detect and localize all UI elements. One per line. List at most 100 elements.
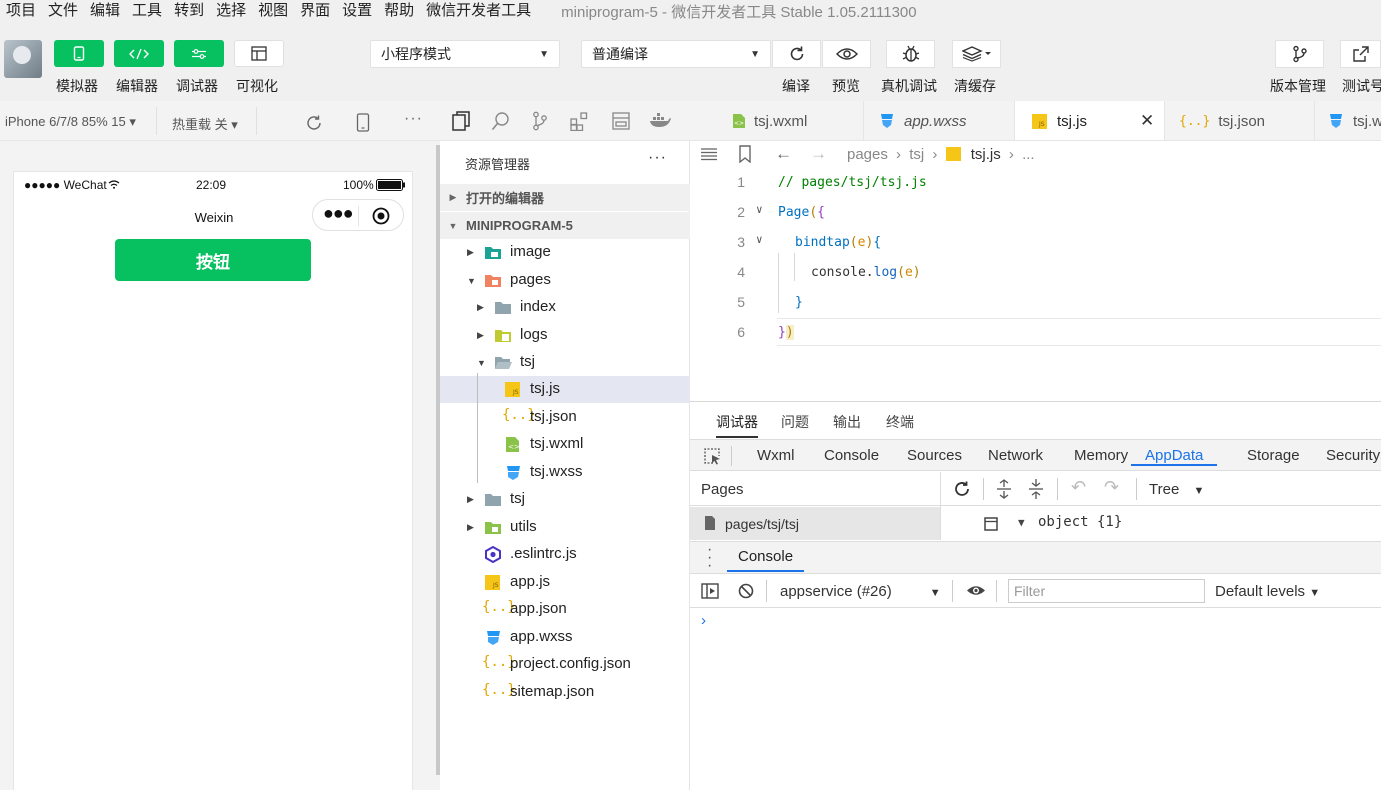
tab-app-wxss[interactable]: app.wxss bbox=[864, 101, 1015, 140]
breadcrumb-item[interactable]: tsj bbox=[909, 146, 924, 163]
avatar[interactable] bbox=[4, 40, 42, 78]
tab-output[interactable]: 输出 bbox=[833, 412, 861, 432]
tab-tsj-wxml[interactable]: <> tsj.wxml bbox=[690, 101, 864, 140]
refresh-icon[interactable] bbox=[953, 480, 971, 498]
extensions-icon[interactable] bbox=[570, 111, 590, 131]
tab-network[interactable]: Network bbox=[988, 447, 1043, 464]
eye-icon[interactable] bbox=[966, 584, 986, 597]
mode-select[interactable]: 小程序模式 ▼ bbox=[370, 40, 560, 68]
clear-cache-button[interactable] bbox=[952, 40, 1001, 68]
hot-reload-select[interactable]: 热重载 关 ▾ bbox=[172, 114, 238, 133]
tree-item-eslintrc[interactable]: .eslintrc.js bbox=[440, 541, 690, 568]
compile-button[interactable] bbox=[772, 40, 821, 68]
more-icon[interactable]: ··· bbox=[648, 149, 667, 167]
menu-devtools[interactable]: 微信开发者工具 bbox=[420, 2, 537, 20]
forward-arrow-icon[interactable]: → bbox=[810, 144, 827, 164]
tree-item-logs[interactable]: ▶ logs bbox=[440, 322, 690, 349]
menu-help[interactable]: 帮助 bbox=[378, 2, 420, 20]
capsule-more-icon[interactable]: ●●● bbox=[323, 203, 354, 224]
code-editor[interactable]: 1 2 3 4 5 6 ∨ ∨ // pages/tsj/tsj.js Page… bbox=[690, 169, 1381, 401]
collapse-all-icon[interactable] bbox=[1027, 479, 1045, 499]
tab-security[interactable]: Security bbox=[1326, 447, 1380, 464]
tab-tsj-wxss[interactable]: tsj.wxss bbox=[1315, 101, 1381, 140]
tree-item-tsj-folder-2[interactable]: ▶ tsj bbox=[440, 486, 690, 513]
page-list-item[interactable]: pages/tsj/tsj bbox=[690, 507, 940, 540]
console-prompt[interactable]: › bbox=[701, 612, 706, 629]
breadcrumb-item[interactable]: ... bbox=[1022, 146, 1035, 163]
tab-problems[interactable]: 问题 bbox=[781, 412, 809, 432]
menu-settings[interactable]: 设置 bbox=[336, 2, 378, 20]
drawer-menu-icon[interactable]: · · · bbox=[707, 542, 712, 574]
files-icon[interactable] bbox=[451, 111, 471, 131]
fold-chevron-icon[interactable]: ∨ bbox=[756, 203, 763, 216]
device-icon[interactable] bbox=[356, 113, 370, 132]
primary-button[interactable]: 按钮 bbox=[115, 239, 311, 281]
source-control-icon[interactable] bbox=[531, 111, 549, 131]
open-editors-section[interactable]: ▶ 打开的编辑器 bbox=[440, 184, 690, 211]
expand-all-icon[interactable] bbox=[995, 479, 1013, 499]
bookmark-icon[interactable] bbox=[738, 145, 752, 163]
tree-item-app-json[interactable]: {..} app.json bbox=[440, 596, 690, 623]
redo-icon[interactable]: ↷ bbox=[1104, 477, 1119, 498]
device-select[interactable]: iPhone 6/7/8 85% 15 ▾ bbox=[5, 114, 136, 130]
object-square-icon[interactable] bbox=[984, 517, 998, 531]
menu-goto[interactable]: 转到 bbox=[168, 2, 210, 20]
simulator-toggle-button[interactable] bbox=[54, 40, 104, 67]
menu-view[interactable]: 视图 bbox=[252, 2, 294, 20]
menu-tools[interactable]: 工具 bbox=[126, 2, 168, 20]
project-section[interactable]: ▼ MINIPROGRAM-5 bbox=[440, 212, 690, 239]
log-levels-select[interactable]: Default levels ▼ bbox=[1215, 583, 1320, 600]
capsule-close-icon[interactable] bbox=[372, 207, 390, 225]
test-account-button[interactable] bbox=[1340, 40, 1381, 68]
list-icon[interactable] bbox=[700, 147, 718, 161]
editor-toggle-button[interactable] bbox=[114, 40, 164, 67]
tree-item-app-js[interactable]: JS app.js bbox=[440, 569, 690, 596]
visual-toggle-button[interactable] bbox=[234, 40, 284, 67]
inspect-icon[interactable] bbox=[703, 447, 721, 465]
tree-item-index[interactable]: ▶ index bbox=[440, 294, 690, 321]
tree-item-sitemap[interactable]: {..} sitemap.json bbox=[440, 679, 690, 706]
menu-edit[interactable]: 编辑 bbox=[84, 2, 126, 20]
breadcrumb-item[interactable]: tsj.js bbox=[971, 146, 1001, 163]
tree-item-utils[interactable]: ▶ utils bbox=[440, 514, 690, 541]
tab-console-drawer[interactable]: Console bbox=[727, 548, 805, 572]
tree-item-pages[interactable]: ▼ pages bbox=[440, 267, 690, 294]
close-icon[interactable]: ✕ bbox=[1140, 111, 1154, 131]
undo-icon[interactable]: ↶ bbox=[1071, 477, 1086, 498]
rotate-icon[interactable] bbox=[305, 114, 323, 132]
version-control-button[interactable] bbox=[1275, 40, 1324, 68]
tab-memory[interactable]: Memory bbox=[1074, 447, 1128, 464]
tab-sources[interactable]: Sources bbox=[907, 447, 962, 464]
compile-select[interactable]: 普通编译 ▼ bbox=[581, 40, 771, 68]
filter-input[interactable]: Filter bbox=[1008, 579, 1205, 603]
chevron-down-icon[interactable]: ▼ bbox=[1018, 516, 1025, 529]
tab-storage[interactable]: Storage bbox=[1247, 447, 1300, 464]
tab-tsj-json[interactable]: {..} tsj.json bbox=[1165, 101, 1315, 140]
tab-tsj-js[interactable]: JS tsj.js ✕ bbox=[1015, 101, 1165, 140]
storage-icon[interactable] bbox=[612, 111, 630, 131]
fold-chevron-icon[interactable]: ∨ bbox=[756, 233, 763, 246]
search-icon[interactable] bbox=[491, 111, 511, 131]
tree-item-image[interactable]: ▶ image bbox=[440, 239, 690, 266]
tree-item-tsj-folder[interactable]: ▼ tsj bbox=[440, 349, 690, 376]
docker-icon[interactable] bbox=[649, 111, 671, 131]
menu-interface[interactable]: 界面 bbox=[294, 2, 336, 20]
menu-file[interactable]: 文件 bbox=[42, 2, 84, 20]
menu-select[interactable]: 选择 bbox=[210, 2, 252, 20]
view-mode-select[interactable]: Tree ▼ bbox=[1149, 481, 1204, 498]
real-device-debug-button[interactable] bbox=[886, 40, 935, 68]
tab-wxml[interactable]: Wxml bbox=[757, 447, 795, 464]
back-arrow-icon[interactable]: ← bbox=[775, 144, 792, 164]
breadcrumb-item[interactable]: pages bbox=[847, 146, 888, 163]
tab-terminal[interactable]: 终端 bbox=[886, 412, 914, 432]
context-select[interactable]: appservice (#26) ▼ bbox=[780, 583, 941, 600]
sidebar-toggle-icon[interactable] bbox=[701, 583, 719, 599]
tab-console[interactable]: Console bbox=[824, 447, 879, 464]
appdata-tree-row[interactable]: ▼ object {1} bbox=[941, 507, 1381, 540]
tree-item-app-wxss[interactable]: app.wxss bbox=[440, 624, 690, 651]
clear-console-icon[interactable] bbox=[738, 583, 754, 599]
preview-button[interactable] bbox=[822, 40, 871, 68]
tab-appdata[interactable]: AppData bbox=[1131, 447, 1218, 466]
more-icon[interactable]: ··· bbox=[404, 110, 423, 128]
tree-item-project-config[interactable]: {..} project.config.json bbox=[440, 651, 690, 678]
